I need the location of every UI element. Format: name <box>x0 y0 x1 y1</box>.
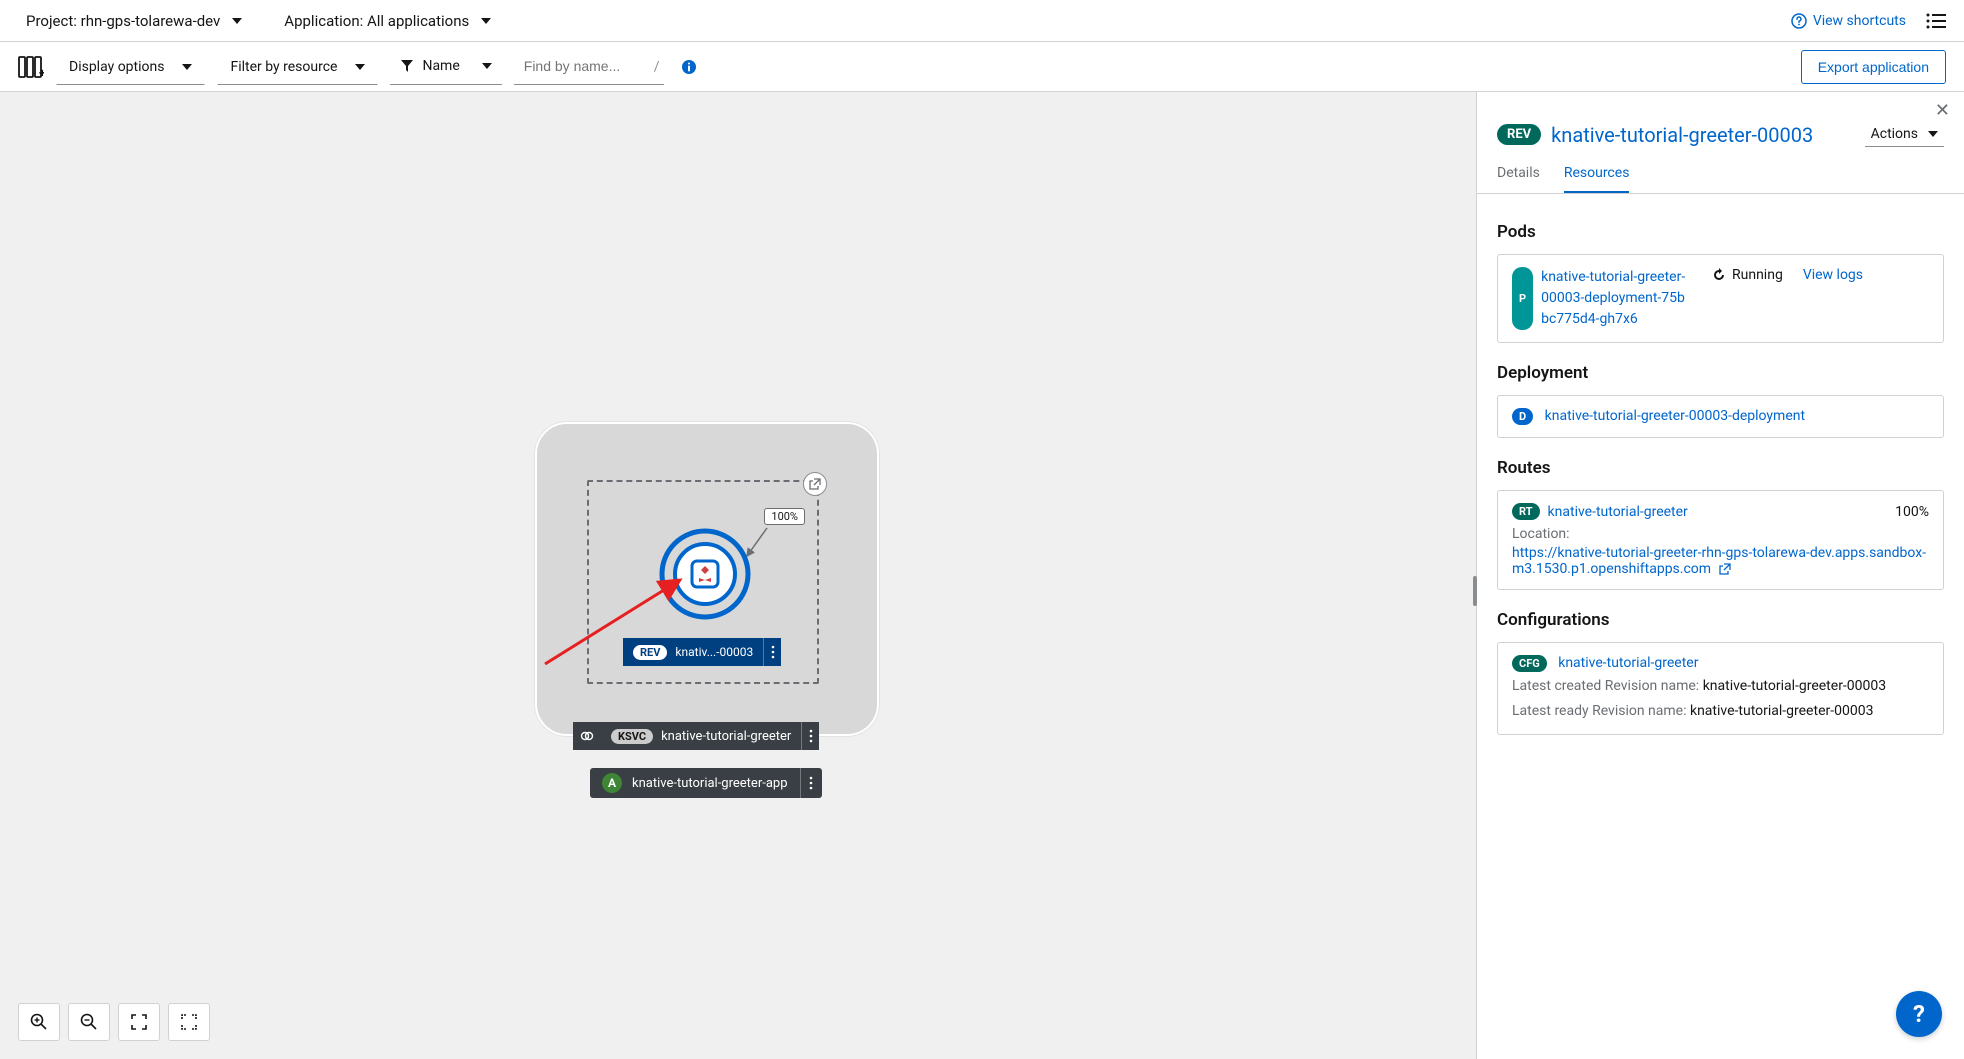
fit-to-screen-button[interactable] <box>118 1003 160 1041</box>
config-name-link[interactable]: knative-tutorial-greeter <box>1558 655 1698 671</box>
routes-heading: Routes <box>1497 458 1944 478</box>
caret-down-icon <box>182 64 192 70</box>
deployment-card: D knative-tutorial-greeter-00003-deploym… <box>1497 395 1944 438</box>
external-link-icon <box>1719 563 1731 575</box>
route-card: RT knative-tutorial-greeter 100% Locatio… <box>1497 490 1944 590</box>
view-shortcuts-label: View shortcuts <box>1813 13 1906 29</box>
caret-down-icon <box>1928 131 1938 137</box>
ksvc-node[interactable]: KSVC knative-tutorial-greeter <box>573 722 819 750</box>
app-label: knative-tutorial-greeter-app <box>632 776 788 791</box>
latest-created-label: Latest created Revision name: <box>1512 678 1699 694</box>
display-options-dropdown[interactable]: Display options <box>56 49 205 85</box>
filter-by-resource-dropdown[interactable]: Filter by resource <box>217 49 378 85</box>
topology-toolbar: + Display options Filter by resource Nam… <box>0 42 1964 92</box>
name-label: Name <box>422 58 459 74</box>
list-view-button[interactable] <box>1926 12 1946 30</box>
rev-badge: REV <box>1497 124 1541 145</box>
ksvc-toggle-icon[interactable] <box>573 722 601 750</box>
deployment-heading: Deployment <box>1497 363 1944 383</box>
latest-ready-label: Latest ready Revision name: <box>1512 703 1687 719</box>
zoom-in-button[interactable] <box>18 1003 60 1041</box>
ksvc-label: knative-tutorial-greeter <box>661 729 791 744</box>
knative-service-box: 100% REV <box>587 480 819 684</box>
caret-down-icon <box>355 64 365 70</box>
pod-badge: P <box>1512 267 1533 330</box>
help-button[interactable]: ? <box>1896 991 1942 1037</box>
deployment-badge: D <box>1512 408 1533 425</box>
application-group[interactable]: 100% REV <box>535 422 879 736</box>
topology-canvas[interactable]: 100% REV <box>0 92 1476 1059</box>
app-kebab-icon[interactable] <box>800 768 822 798</box>
topology-view-icon[interactable]: + <box>18 55 44 79</box>
info-icon[interactable] <box>678 56 700 78</box>
filter-label: Filter by resource <box>230 59 337 75</box>
pod-card: P knative-tutorial-greeter-00003-deploym… <box>1497 254 1944 343</box>
pod-status: Running <box>1712 267 1783 283</box>
sync-icon <box>1712 268 1726 282</box>
close-icon[interactable]: ✕ <box>1935 100 1950 121</box>
search-input[interactable] <box>514 49 664 85</box>
project-dropdown[interactable]: Project: rhn-gps-tolarewa-dev <box>18 8 250 34</box>
open-url-icon[interactable] <box>803 472 827 496</box>
export-application-button[interactable]: Export application <box>1801 50 1946 84</box>
view-logs-link[interactable]: View logs <box>1803 267 1863 283</box>
application-dropdown[interactable]: Application: All applications <box>276 8 499 34</box>
actions-dropdown[interactable]: Actions <box>1865 122 1944 147</box>
funnel-icon <box>400 59 414 73</box>
latest-created-value: knative-tutorial-greeter-00003 <box>1703 678 1886 694</box>
pods-heading: Pods <box>1497 222 1944 242</box>
slash-hint: / <box>654 59 660 75</box>
zoom-out-button[interactable] <box>68 1003 110 1041</box>
panel-title[interactable]: knative-tutorial-greeter-00003 <box>1551 123 1813 147</box>
caret-down-icon <box>481 18 491 24</box>
application-node[interactable]: A knative-tutorial-greeter-app <box>590 768 822 798</box>
actions-label: Actions <box>1871 126 1918 142</box>
config-badge: CFG <box>1512 655 1547 672</box>
app-pill: A <box>602 773 622 793</box>
route-location-label: Location: <box>1512 524 1929 545</box>
latest-ready-value: knative-tutorial-greeter-00003 <box>1690 703 1873 719</box>
deployment-name-link[interactable]: knative-tutorial-greeter-00003-deploymen… <box>1545 408 1805 424</box>
traffic-badge: 100% <box>764 508 805 525</box>
project-bar: Project: rhn-gps-tolarewa-dev Applicatio… <box>0 0 1964 42</box>
project-label: Project: rhn-gps-tolarewa-dev <box>26 12 220 30</box>
svg-text:+: + <box>39 66 44 79</box>
view-shortcuts-link[interactable]: View shortcuts <box>1791 13 1906 29</box>
rev-pill: REV <box>633 645 667 660</box>
configurations-heading: Configurations <box>1497 610 1944 630</box>
caret-down-icon <box>232 18 242 24</box>
ksvc-kebab-icon[interactable] <box>801 722 819 750</box>
application-label: Application: All applications <box>284 12 469 30</box>
revision-kebab-icon[interactable] <box>763 638 781 666</box>
route-pct: 100% <box>1895 504 1929 520</box>
panel-tabs: Details Resources <box>1477 147 1964 194</box>
tab-details[interactable]: Details <box>1497 165 1540 193</box>
zoom-controls <box>18 1003 210 1041</box>
route-name-link[interactable]: knative-tutorial-greeter <box>1548 504 1688 520</box>
ksvc-pill: KSVC <box>611 729 653 744</box>
reset-view-button[interactable] <box>168 1003 210 1041</box>
rev-label: knativ...-00003 <box>675 645 753 659</box>
sidepanel: ✕ REV knative-tutorial-greeter-00003 Act… <box>1476 92 1964 1059</box>
route-badge: RT <box>1512 503 1540 520</box>
display-options-label: Display options <box>69 59 164 75</box>
revision-node[interactable]: REV knativ...-00003 <box>623 638 781 666</box>
pod-ring[interactable] <box>659 528 751 620</box>
resize-handle[interactable] <box>1473 576 1477 606</box>
pod-name-link[interactable]: knative-tutorial-greeter-00003-deploymen… <box>1541 267 1692 330</box>
name-filter-dropdown[interactable]: Name <box>390 49 501 85</box>
config-card: CFG knative-tutorial-greeter Latest crea… <box>1497 642 1944 735</box>
caret-down-icon <box>482 63 492 69</box>
question-circle-icon <box>1791 13 1807 29</box>
tab-resources[interactable]: Resources <box>1564 165 1630 193</box>
